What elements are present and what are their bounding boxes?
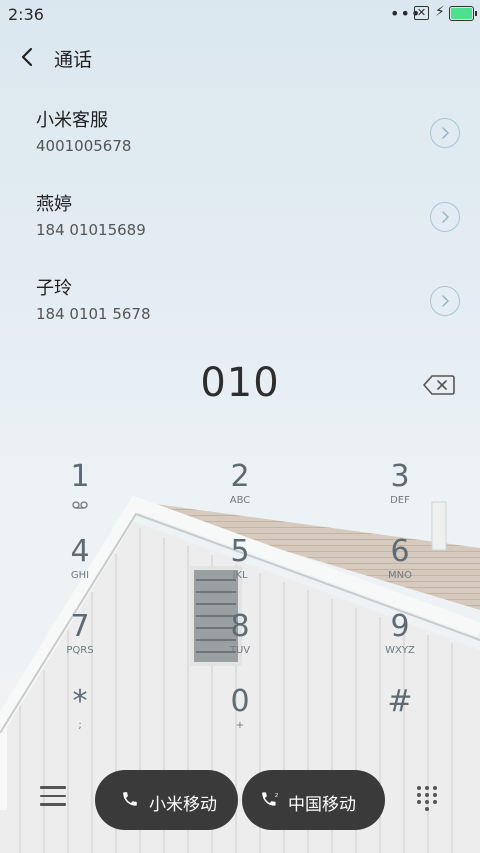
- sim1-label: 小米移动: [149, 795, 217, 815]
- bottom-bar: 小米移动 2 中国移动: [0, 768, 480, 832]
- key-8[interactable]: 8 TUV: [180, 610, 300, 680]
- contact-name: 燕婷: [36, 194, 72, 215]
- keypad-icon[interactable]: [417, 786, 437, 812]
- contact-number: 184 01015689: [36, 221, 146, 239]
- call-sim2-button[interactable]: 2 中国移动: [242, 770, 385, 830]
- chevron-right-icon[interactable]: [430, 202, 460, 232]
- chevron-right-icon[interactable]: [430, 286, 460, 316]
- dialed-number: 010: [200, 360, 280, 406]
- header: 通话: [0, 40, 480, 76]
- back-icon[interactable]: [16, 42, 42, 72]
- chevron-right-icon[interactable]: [430, 118, 460, 148]
- key-6[interactable]: 6 MNO: [340, 535, 460, 605]
- menu-icon[interactable]: [40, 786, 66, 808]
- backspace-icon[interactable]: [423, 374, 455, 396]
- key-3[interactable]: 3 DEF: [340, 460, 460, 530]
- sim2-label: 中国移动: [288, 795, 356, 815]
- svg-text:2: 2: [275, 793, 278, 799]
- contact-name: 子玲: [36, 278, 72, 299]
- no-sim-icon: ✕: [414, 6, 429, 20]
- contact-number: 184 0101 5678: [36, 305, 151, 323]
- key-2[interactable]: 2 ABC: [180, 460, 300, 530]
- key-0[interactable]: 0 +: [180, 685, 300, 755]
- phone-icon: [123, 792, 137, 806]
- contact-name: 小米客服: [36, 110, 108, 131]
- page-title: 通话: [54, 49, 93, 71]
- key-1[interactable]: 1: [20, 460, 140, 530]
- status-bar: 2:36 ••• ✕ ⚡: [0, 0, 480, 28]
- contact-item[interactable]: 燕婷 184 01015689: [0, 190, 480, 270]
- call-sim1-button[interactable]: 小米移动: [95, 770, 238, 830]
- key-4[interactable]: 4 GHI: [20, 535, 140, 605]
- key-7[interactable]: 7 PQRS: [20, 610, 140, 680]
- key-5[interactable]: 5 JKL: [180, 535, 300, 605]
- charging-icon: ⚡: [435, 4, 445, 20]
- voicemail-icon: [72, 501, 88, 509]
- key-star[interactable]: * ;: [20, 685, 140, 755]
- phone-icon: 2: [262, 792, 278, 806]
- status-time: 2:36: [8, 5, 44, 24]
- key-9[interactable]: 9 WXYZ: [340, 610, 460, 680]
- contact-item[interactable]: 小米客服 4001005678: [0, 106, 480, 186]
- contact-number: 4001005678: [36, 137, 132, 155]
- key-hash[interactable]: #: [340, 685, 460, 755]
- contact-item[interactable]: 子玲 184 0101 5678: [0, 274, 480, 354]
- battery-icon: [449, 6, 477, 21]
